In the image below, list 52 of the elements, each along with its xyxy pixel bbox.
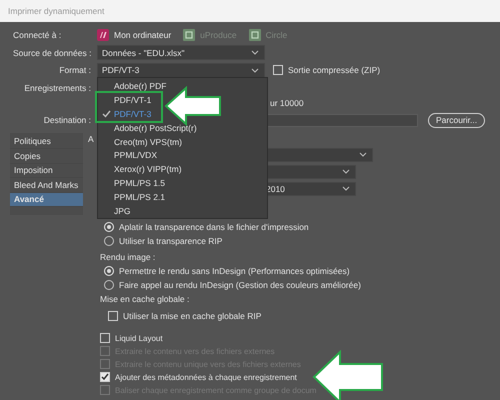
sidebar-item[interactable]: Copies: [10, 149, 83, 164]
section-label: Rendu image :: [100, 250, 156, 264]
menu-item[interactable]: Adobe(r) PostScript(r): [98, 120, 197, 135]
menu-item[interactable]: Xerox(r) VIPP(tm): [98, 162, 182, 176]
menu-item[interactable]: Adobe(r) PDF: [98, 79, 166, 93]
menu-item[interactable]: JPG: [98, 204, 131, 218]
checkbox[interactable]: [100, 372, 110, 382]
menu-item[interactable]: PPML/PS 1.5: [98, 176, 166, 190]
chevron-down-icon: [342, 169, 350, 174]
sidebar-item[interactable]: Politiques: [10, 134, 83, 149]
field-label: Connecté à :: [12, 30, 62, 40]
chevron-down-icon: [342, 186, 350, 191]
field-label: Enregistrements :: [23, 82, 92, 93]
section-label: Mise en cache globale :: [100, 292, 190, 306]
radio-label: Permettre le rendu sans InDesign (Performances optimisées): [119, 266, 350, 276]
browse-button[interactable]: Parcourir...: [428, 112, 486, 128]
chevron-down-icon: [251, 50, 259, 56]
checkbox-label: Utiliser la mise en cache globale RIP: [123, 311, 262, 321]
window-title: Imprimer dynamiquement: [8, 6, 104, 16]
checkbox-label: Sortie compressée (ZIP): [288, 65, 380, 76]
menu-item[interactable]: PDF/VT-1: [98, 92, 152, 107]
chevron-down-icon: [359, 152, 367, 157]
chevron-down-icon: [251, 68, 259, 73]
square-icon: [248, 29, 261, 42]
radio-button[interactable]: [104, 266, 114, 276]
radio-label: Faire appel au rendu InDesign (Gestion des couleurs améliorée): [119, 280, 361, 290]
checkbox-label: Liquid Layout: [115, 334, 163, 342]
menu-item[interactable]: PPML/VDX: [98, 148, 157, 162]
field-label: Destination :: [42, 115, 92, 126]
connection-option[interactable]: Mon ordinateur: [97, 29, 172, 42]
radio-button[interactable]: [104, 222, 114, 232]
field-label: Format :: [58, 65, 92, 76]
data-source-select[interactable]: Données - "EDU.xlsx": [97, 45, 265, 60]
sidebar-item[interactable]: Imposition: [10, 164, 83, 178]
radio-button[interactable]: [104, 280, 114, 290]
radio-label: Utiliser la transparence RIP: [119, 236, 222, 246]
highlight-box: [95, 91, 163, 123]
field-label: Source de données :: [12, 48, 92, 58]
menu-item[interactable]: Creo(tm) VPS(tm): [98, 134, 182, 149]
format-select[interactable]: PDF/VT-3: [97, 62, 265, 78]
square-icon: [183, 29, 196, 42]
sidebar-item[interactable]: Avancé: [10, 192, 83, 207]
section-heading: A: [88, 134, 94, 146]
menu-item[interactable]: PDF/VT-3: [98, 106, 152, 121]
radio-button[interactable]: [104, 236, 114, 246]
checkbox-label: Ajouter des métadonnées à chaque enregistrement: [115, 372, 297, 382]
records-text: ur 10000: [270, 98, 304, 108]
radio-label: Aplatir la transparence dans le fichier d'impression: [119, 222, 309, 232]
menu-item[interactable]: PPML/PS 2.1: [98, 190, 166, 204]
checkmark-icon: [102, 110, 111, 118]
arrow-annotation: [164, 86, 222, 126]
app-icon: [97, 29, 109, 42]
